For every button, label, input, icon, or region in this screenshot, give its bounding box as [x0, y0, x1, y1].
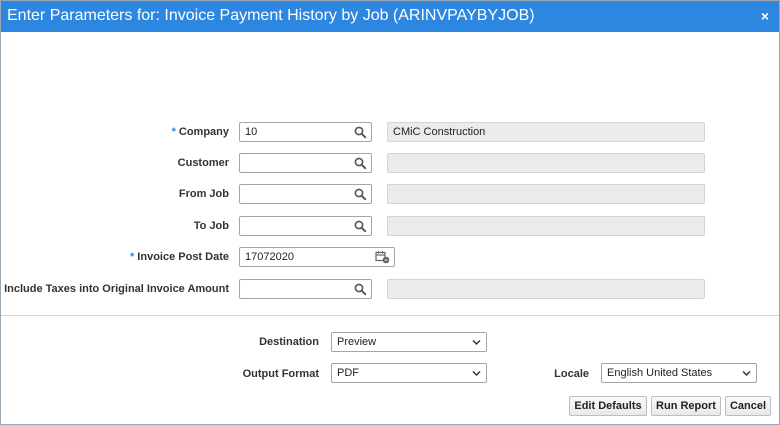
invoice-post-date-value: 17072020: [245, 251, 294, 263]
required-marker: *: [130, 251, 135, 263]
search-icon[interactable]: [354, 188, 367, 201]
chevron-down-icon: [742, 370, 751, 377]
destination-value: Preview: [337, 336, 377, 348]
invoice-post-date-label: * Invoice Post Date: [130, 251, 229, 263]
customer-description: [387, 153, 705, 173]
parameters-dialog: Enter Parameters for: Invoice Payment Hi…: [0, 0, 780, 425]
company-input[interactable]: 10: [239, 122, 372, 142]
section-divider: [1, 315, 779, 316]
chevron-down-icon: [472, 339, 481, 346]
to-job-label: To Job: [193, 220, 229, 232]
dialog-titlebar: Enter Parameters for: Invoice Payment Hi…: [1, 1, 779, 32]
from-job-label: From Job: [178, 188, 229, 200]
customer-input[interactable]: [239, 153, 372, 173]
to-job-description: [387, 216, 705, 236]
include-taxes-label: Include Taxes into Original Invoice Amou…: [4, 283, 229, 295]
search-icon[interactable]: [354, 126, 367, 139]
to-job-input[interactable]: [239, 216, 372, 236]
include-taxes-description: [387, 279, 705, 299]
cancel-button[interactable]: Cancel: [725, 396, 771, 416]
close-button[interactable]: ×: [755, 6, 775, 26]
company-description: CMiC Construction: [387, 122, 705, 142]
run-report-button[interactable]: Run Report: [651, 396, 721, 416]
company-label: * Company: [171, 126, 229, 138]
locale-select[interactable]: English United States: [601, 363, 757, 383]
required-marker: *: [171, 126, 176, 138]
from-job-input[interactable]: [239, 184, 372, 204]
locale-label: Locale: [554, 368, 589, 380]
destination-select[interactable]: Preview: [331, 332, 487, 352]
locale-value: English United States: [607, 367, 713, 379]
company-description-text: CMiC Construction: [393, 126, 486, 138]
calendar-icon[interactable]: [375, 250, 390, 264]
company-value: 10: [245, 126, 258, 138]
output-format-label: Output Format: [242, 368, 319, 380]
invoice-post-date-input[interactable]: 17072020: [239, 247, 395, 267]
customer-label: Customer: [177, 157, 229, 169]
destination-label: Destination: [259, 336, 319, 348]
search-icon[interactable]: [354, 220, 367, 233]
search-icon[interactable]: [354, 283, 367, 296]
dialog-title: Enter Parameters for: Invoice Payment Hi…: [7, 7, 535, 24]
search-icon[interactable]: [354, 157, 367, 170]
edit-defaults-button[interactable]: Edit Defaults: [569, 396, 647, 416]
include-taxes-input[interactable]: [239, 279, 372, 299]
from-job-description: [387, 184, 705, 204]
output-format-value: PDF: [337, 367, 359, 379]
